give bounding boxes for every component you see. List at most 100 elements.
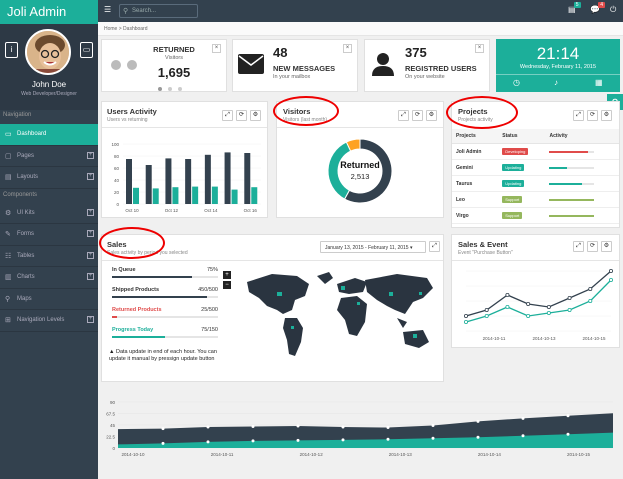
table-row: Taurus Updating xyxy=(452,176,619,192)
logout-icon[interactable]: ⏻ xyxy=(610,5,616,15)
cog-icon[interactable]: ⚙ xyxy=(250,110,261,121)
x-tick-label: Oct 16 xyxy=(244,208,258,213)
clock-icon[interactable]: ◷ xyxy=(513,78,520,87)
sidebar-item-pages[interactable]: ▢Pages+ xyxy=(0,146,98,168)
carousel-dots xyxy=(158,86,182,93)
series-point xyxy=(477,436,480,439)
refresh-icon[interactable]: ⟳ xyxy=(236,110,247,121)
desktop-icon: ▭ xyxy=(5,130,17,138)
profile-role: Web Developer/Designer xyxy=(0,91,98,97)
sidebar: Joli Admin i ▭ John Doe Web Developer/De… xyxy=(0,0,98,479)
expand-icon[interactable]: ⤢ xyxy=(573,241,584,252)
status-badge: Developing xyxy=(502,148,528,155)
close-icon[interactable]: × xyxy=(212,44,221,53)
series-point xyxy=(387,426,390,429)
info-icon[interactable]: i xyxy=(5,42,18,58)
warning-icon: ▲ xyxy=(109,349,114,355)
widget-users: 375 REGISTRED USERS On your website × xyxy=(364,39,490,92)
series-point xyxy=(589,299,592,302)
bar-users xyxy=(244,153,250,204)
menu-icon[interactable]: ☰ xyxy=(104,5,111,14)
progress-label: Shipped Products xyxy=(112,287,159,293)
refresh-icon[interactable]: ⟳ xyxy=(587,110,598,121)
project-name: Gemini xyxy=(452,160,498,176)
donut-center-value: 2,513 xyxy=(320,172,400,181)
widget-subtitle: Visitors xyxy=(147,55,201,61)
sidebar-item-navigation-levels[interactable]: ⊞Navigation Levels+ xyxy=(0,310,98,332)
progress-bar xyxy=(112,276,218,278)
y-tick-label: 60 xyxy=(114,166,120,171)
expand-icon[interactable]: ⤢ xyxy=(429,241,440,252)
date-range-picker[interactable]: January 13, 2015 - February 11, 2015 ▾ xyxy=(320,241,426,253)
cog-icon[interactable]: ⚙ xyxy=(601,241,612,252)
caret-down-icon: ▾ xyxy=(410,245,413,251)
brand-logo[interactable]: Joli Admin xyxy=(0,0,98,24)
series-point xyxy=(477,420,480,423)
bar-users xyxy=(225,152,231,204)
bar-users xyxy=(185,159,191,204)
close-icon[interactable]: × xyxy=(343,44,352,53)
widget-title: NEW MESSAGES xyxy=(273,64,335,73)
layout-icon: ▤ xyxy=(5,173,17,181)
series-point xyxy=(506,305,509,308)
widget-title: RETURNED xyxy=(147,45,201,54)
project-name: Joli Admin xyxy=(452,144,498,160)
sidebar-item-tables[interactable]: ☷Tables+ xyxy=(0,246,98,268)
zoom-out-button[interactable]: − xyxy=(223,281,231,289)
panel-subtitle: Users vs returning xyxy=(107,117,148,123)
cog-icon[interactable]: ⚙ xyxy=(601,110,612,121)
y-tick-label: 22.5 xyxy=(106,435,115,440)
activity-bar xyxy=(549,167,594,169)
zoom-in-button[interactable]: + xyxy=(223,271,231,279)
envelope-icon xyxy=(238,54,264,74)
sidebar-item-dashboard[interactable]: ▭Dashboard xyxy=(0,124,98,146)
sales-progress-item: Shipped Products450/500 xyxy=(112,287,218,298)
panel-subtitle: Event "Purchase Button" xyxy=(458,250,513,256)
sidebar-item-label: Dashboard xyxy=(17,131,46,137)
bar-returning xyxy=(192,187,198,204)
series-point xyxy=(527,314,530,317)
date-range-value: January 13, 2015 - February 11, 2015 xyxy=(325,245,409,251)
panel-users-activity: Users Activity Users vs returning ⤢ ⟳ ⚙ … xyxy=(101,101,268,218)
sidebar-item-ui-kits[interactable]: ⚙UI Kits+ xyxy=(0,203,98,225)
components-section-title: Components xyxy=(0,189,98,203)
close-icon[interactable]: × xyxy=(475,44,484,53)
cog-icon[interactable]: ⚙ xyxy=(426,110,437,121)
status-badge: Updating xyxy=(502,164,524,171)
nav-section-title: Navigation xyxy=(0,110,98,124)
x-tick-label: 2014-10-11 xyxy=(483,336,506,341)
y-tick-label: 45 xyxy=(110,423,116,428)
refresh-icon[interactable]: ⟳ xyxy=(412,110,423,121)
clock-time: 21:14 xyxy=(496,44,620,64)
progress-bar xyxy=(112,296,218,298)
progress-value: 75% xyxy=(207,267,218,273)
progress-value: 25/500 xyxy=(201,307,218,313)
expand-icon[interactable]: ⤢ xyxy=(222,110,233,121)
sidebar-item-layouts[interactable]: ▤Layouts+ xyxy=(0,167,98,189)
bell-icon[interactable]: ♪ xyxy=(554,78,558,87)
chat-icon[interactable]: ▭ xyxy=(80,42,93,58)
sidebar-item-forms[interactable]: ✎Forms+ xyxy=(0,224,98,246)
sidebar-item-maps[interactable]: ⚲Maps xyxy=(0,289,98,311)
sidebar-item-charts[interactable]: ▥Charts+ xyxy=(0,267,98,289)
expand-icon: + xyxy=(87,273,94,280)
sidebar-item-label: UI Kits xyxy=(17,210,35,216)
refresh-icon[interactable]: ⟳ xyxy=(587,241,598,252)
mail-icon[interactable]: ▤5 xyxy=(568,5,576,14)
search-input[interactable]: ⚲Search... xyxy=(119,4,198,18)
calendar-icon[interactable]: ▦ xyxy=(595,78,603,87)
widget-subtitle: In your mailbox xyxy=(273,74,310,80)
series-point xyxy=(162,427,165,430)
series-point xyxy=(485,308,488,311)
x-tick-label: 2014-10-13 xyxy=(389,452,413,457)
breadcrumb-home[interactable]: Home xyxy=(104,26,117,32)
expand-icon[interactable]: ⤢ xyxy=(573,110,584,121)
series-point xyxy=(547,311,550,314)
bar-returning xyxy=(212,187,218,204)
y-tick-label: 40 xyxy=(114,178,120,183)
series-point xyxy=(464,320,467,323)
expand-icon[interactable]: ⤢ xyxy=(398,110,409,121)
donut-center-label: Returned xyxy=(320,160,400,170)
table-icon: ☷ xyxy=(5,252,17,260)
comments-icon[interactable]: 💬4 xyxy=(590,5,600,14)
